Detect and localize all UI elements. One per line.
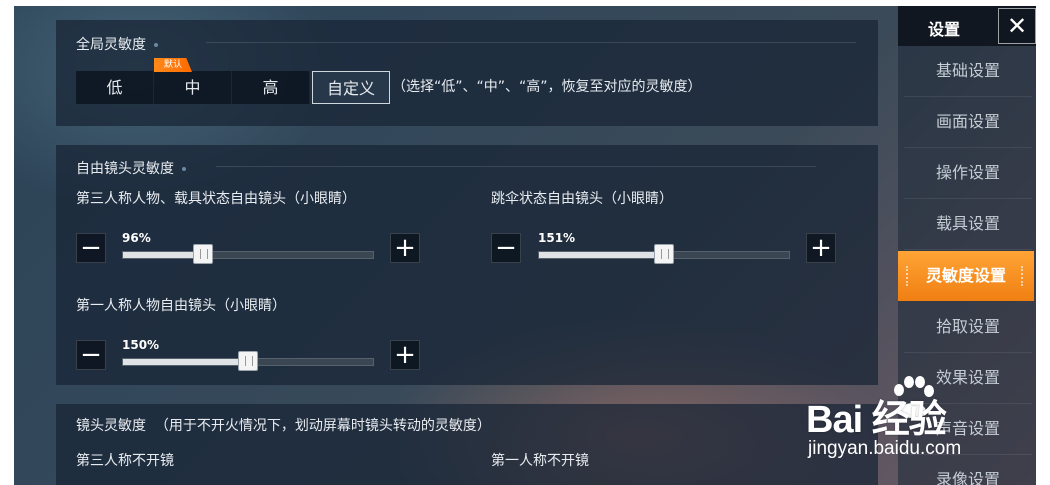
slider-value: 96%	[122, 231, 151, 245]
increase-button[interactable]: +	[806, 233, 836, 263]
baidu-jingyan-watermark: Bai 经验 jingyan.baidu.com	[806, 376, 1016, 466]
sidebar-header: 设置 ✕	[898, 6, 1036, 46]
default-badge: 默认	[154, 58, 192, 72]
free-camera-title: 自由镜头灵敏度	[76, 158, 186, 178]
global-sensitivity-panel: 全局灵敏度 低 中 默认 高 自定义 （选择“低”、“中”、“高”，恢复至对应的…	[56, 20, 878, 126]
option-medium[interactable]: 中	[154, 71, 232, 104]
slider-track[interactable]	[122, 244, 374, 264]
decrease-button[interactable]: −	[76, 233, 106, 263]
slider-label-tpp-free-camera: 第三人称人物、载具状态自由镜头（小眼睛）	[76, 191, 356, 207]
option-high[interactable]: 高	[232, 71, 310, 104]
slider-thumb[interactable]	[654, 244, 674, 264]
global-sensitivity-title: 全局灵敏度	[76, 34, 158, 54]
settings-title: 设置	[928, 20, 961, 39]
watermark-url: jingyan.baidu.com	[808, 438, 962, 459]
lens-sensitivity-title: 镜头灵敏度 （用于不开火情况下，划动屏幕时镜头转动的灵敏度）	[76, 418, 491, 434]
slider-label-fpp-free-camera: 第一人称人物自由镜头（小眼睛）	[76, 298, 286, 314]
increase-button[interactable]: +	[390, 233, 420, 263]
slider-track[interactable]	[538, 244, 790, 264]
slider-label-parachute-free-camera: 跳伞状态自由镜头（小眼睛）	[491, 191, 673, 207]
slider-fill	[539, 252, 664, 258]
decrease-button[interactable]: −	[491, 233, 521, 263]
slider-value: 150%	[122, 338, 160, 352]
sidebar-item-graphics[interactable]: 画面设置	[904, 97, 1032, 148]
sidebar-item-basic[interactable]: 基础设置	[904, 46, 1032, 97]
close-icon[interactable]: ✕	[998, 8, 1036, 44]
lens-tpp-no-scope-label: 第三人称不开镜	[76, 453, 174, 469]
decrease-button[interactable]: −	[76, 340, 106, 370]
global-hint: （选择“低”、“中”、“高”，恢复至对应的灵敏度）	[392, 79, 702, 95]
sidebar-item-controls[interactable]: 操作设置	[904, 148, 1032, 199]
free-camera-panel: 自由镜头灵敏度 第三人称人物、载具状态自由镜头（小眼睛） − 96% + 跳伞状…	[56, 145, 878, 385]
sidebar-item-pickup[interactable]: 拾取设置	[904, 302, 1032, 353]
sidebar-item-sensitivity[interactable]: 灵敏度设置	[898, 251, 1034, 301]
sidebar-item-vehicle[interactable]: 载具设置	[904, 199, 1032, 250]
slider-value: 151%	[538, 231, 576, 245]
lens-sensitivity-panel: 镜头灵敏度 （用于不开火情况下，划动屏幕时镜头转动的灵敏度） 第三人称不开镜 第…	[56, 404, 878, 485]
lens-fpp-no-scope-label: 第一人称不开镜	[491, 453, 589, 469]
slider-thumb[interactable]	[238, 351, 258, 371]
watermark-brand: Bai 经验	[806, 399, 947, 441]
option-custom[interactable]: 自定义	[312, 71, 390, 104]
game-settings-screen: 全局灵敏度 低 中 默认 高 自定义 （选择“低”、“中”、“高”，恢复至对应的…	[14, 6, 1036, 485]
option-low[interactable]: 低	[76, 71, 154, 104]
increase-button[interactable]: +	[390, 340, 420, 370]
slider-track[interactable]	[122, 351, 374, 371]
slider-fill	[123, 252, 203, 258]
slider-thumb[interactable]	[193, 244, 213, 264]
slider-fill	[123, 359, 248, 365]
sidebar-item-label: 灵敏度设置	[925, 266, 1006, 285]
